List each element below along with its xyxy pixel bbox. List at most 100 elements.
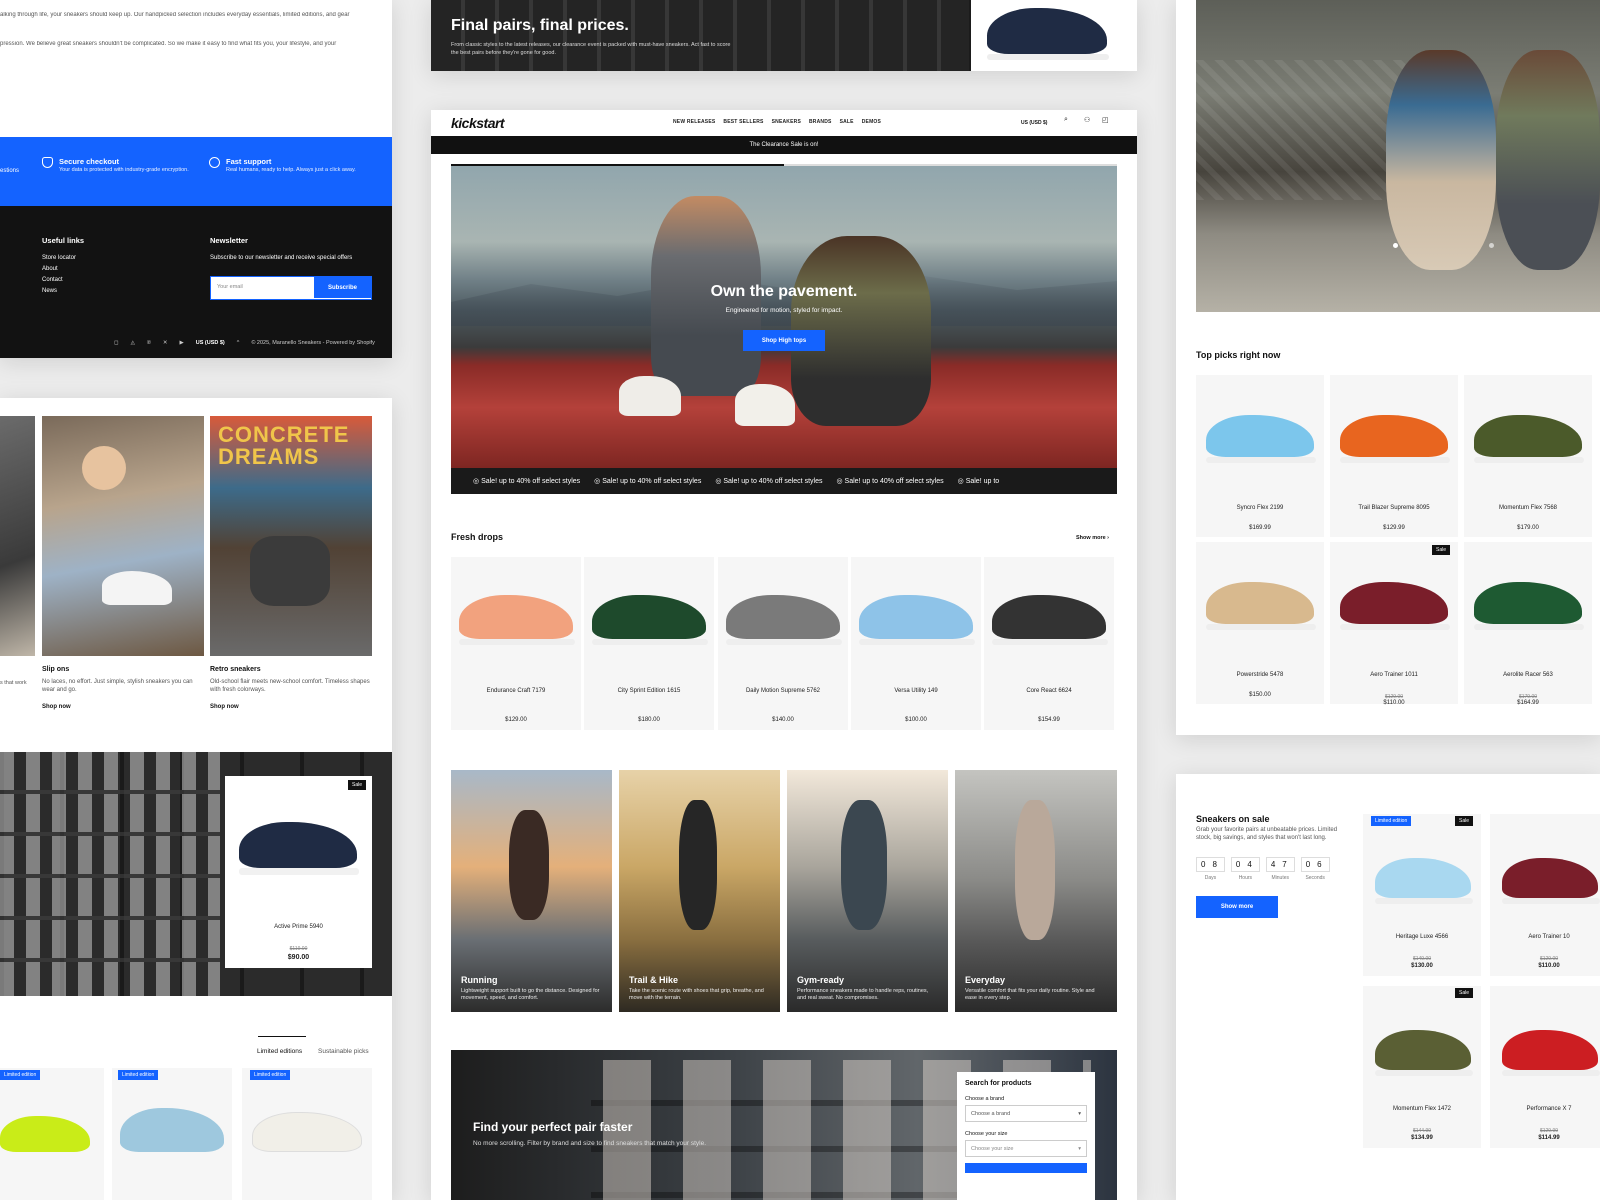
countdown-digits: 06 [1300, 857, 1330, 872]
category-image-0[interactable] [0, 416, 35, 656]
nav-demos[interactable]: DEMOS [862, 119, 881, 125]
chevron-up-icon: ^ [236, 340, 240, 346]
footer-link[interactable]: About [42, 266, 58, 272]
shoe-sole [1375, 898, 1473, 904]
product-name: Momentum Flex 7568 [1498, 505, 1558, 511]
product-card[interactable]: Heritage Luxe 4566 $149.00 $130.00 Sale Li… [1363, 814, 1481, 976]
product-card[interactable]: Limited edition [242, 1068, 372, 1200]
shoe-sole [239, 868, 359, 875]
carousel-dot[interactable] [1489, 243, 1494, 248]
nav-brands[interactable]: BRANDS [809, 119, 832, 125]
announcement-text: The Clearance Sale is on! [749, 142, 819, 148]
shelf-rows [0, 752, 220, 996]
footer: Useful links Store locator About Contact… [0, 206, 392, 358]
product-card[interactable]: Aero Trainer 10 $129.00 $110.00 [1490, 814, 1600, 976]
shop-now-link[interactable]: Shop now [42, 704, 71, 710]
marquee-item: ◎ Sale! up to 40% off select styles [594, 478, 702, 485]
email-input[interactable]: Your email [217, 284, 243, 290]
search-submit-button[interactable] [965, 1163, 1087, 1173]
footer-link[interactable]: Store locator [42, 255, 76, 261]
countdown-digits: 47 [1265, 857, 1295, 872]
subscribe-button[interactable]: Subscribe [314, 277, 371, 298]
site-logo[interactable]: kickstart [451, 115, 505, 131]
person-head [82, 446, 126, 490]
shoe-image [1206, 582, 1314, 624]
shoe-image [120, 1108, 224, 1152]
youtube-icon[interactable]: ▶ [179, 340, 183, 346]
header-currency[interactable]: US (USD $) [1021, 120, 1047, 126]
sale-show-more-button[interactable]: Show more [1196, 896, 1278, 918]
product-price: $114.99 [1538, 1135, 1560, 1141]
product-price: $129.99 [1383, 525, 1405, 531]
size-select[interactable]: Choose your size ▾ [965, 1140, 1087, 1157]
brand-select[interactable]: Choose a brand ▾ [965, 1105, 1087, 1122]
product-card[interactable]: Daily Motion Supreme 5762 $140.00 [718, 557, 848, 730]
snapchat-icon[interactable]: ◬ [131, 340, 135, 346]
footer-link[interactable]: Contact [42, 277, 63, 283]
hero-title: Own the pavement. [710, 283, 858, 300]
sale-badge: Sale [1431, 545, 1450, 555]
category-text-retro: Old-school flair meets new-school comfor… [210, 679, 370, 693]
product-card[interactable]: Limited edition [0, 1068, 104, 1200]
product-price: $90.00 [287, 954, 310, 961]
tab-limited-editions[interactable]: Limited editions [257, 1048, 302, 1055]
tile-running[interactable]: Running Lightweight support built to go t… [451, 770, 612, 1012]
white-sneaker [102, 571, 172, 605]
finder-text: No more scrolling. Filter by brand and s… [473, 1140, 707, 1147]
runner-figure [509, 810, 549, 920]
promo-product[interactable] [971, 0, 1137, 71]
product-card[interactable]: Endurance Craft 7179 $129.00 [451, 557, 581, 730]
featured-product-card[interactable]: Sale Active Prime 5940 $119.00 $90.00 [225, 776, 372, 968]
search-icon[interactable]: ⌕ [1064, 116, 1068, 124]
product-card[interactable]: Trail Blazer Supreme 8095 $129.99 [1330, 375, 1458, 537]
category-image-slip-ons[interactable] [42, 416, 204, 656]
product-card[interactable]: Versa Utility 149 $100.00 [851, 557, 981, 730]
product-card[interactable]: Syncro Flex 2199 $169.99 [1196, 375, 1324, 537]
product-card[interactable]: City Sprint Edition 1615 $180.00 [584, 557, 714, 730]
shoe-image [726, 595, 840, 639]
product-card[interactable]: Aerolite Racer 563 $179.00 $164.99 [1464, 542, 1592, 706]
person-right [1496, 50, 1600, 270]
features-band: estions Secure checkout Your data is pro… [0, 137, 392, 206]
tile-trail-hike[interactable]: Trail & Hike Take the scenic route with s… [619, 770, 780, 1012]
category-image-retro[interactable]: CONCRETE DREAMS [210, 416, 372, 656]
shoe-sole [1502, 898, 1600, 904]
instagram-icon[interactable]: ◻ [114, 340, 119, 346]
x-icon[interactable]: ✕ [163, 340, 168, 346]
product-card[interactable]: Momentum Flex 7568 $179.00 [1464, 375, 1592, 537]
nav-sale[interactable]: SALE [840, 119, 854, 125]
pinterest-icon[interactable]: ℗ [147, 340, 151, 346]
tile-everyday[interactable]: Everyday Versatile comfort that fits your… [955, 770, 1117, 1012]
product-card[interactable]: Powerstride 5478 $150.00 [1196, 542, 1324, 704]
nav-sneakers[interactable]: SNEAKERS [772, 119, 801, 125]
gym-figure [841, 800, 887, 930]
tile-gym-ready[interactable]: Gym-ready Performance sneakers made to ha… [787, 770, 948, 1012]
product-old-price: $144.99 [1412, 1128, 1432, 1134]
product-name: Syncro Flex 2199 [1236, 505, 1284, 511]
product-name: Versa Utility 149 [894, 688, 938, 694]
shop-now-link[interactable]: Shop now [210, 704, 239, 710]
countdown-label: Days [1204, 875, 1217, 881]
product-card[interactable]: Core React 6624 $154.99 [984, 557, 1114, 730]
tab-sustainable-picks[interactable]: Sustainable picks [318, 1048, 369, 1055]
product-name: Endurance Craft 7179 [486, 688, 546, 694]
product-card[interactable]: Limited edition [112, 1068, 232, 1200]
nav-best-sellers[interactable]: BEST SELLERS [723, 119, 763, 125]
nav-new-releases[interactable]: NEW RELEASES [673, 119, 715, 125]
intro-text-2: pression. We believe great sneakers shou… [0, 41, 337, 47]
main-store-panel: kickstart NEW RELEASES BEST SELLERS SNEA… [431, 110, 1137, 1200]
limited-badge: Limited edition [0, 1070, 41, 1080]
product-card[interactable]: Momentum Flex 1472 $144.99 $134.99 Sale [1363, 986, 1481, 1148]
product-card[interactable]: Performance X 7 $129.99 $114.99 [1490, 986, 1600, 1148]
hiker-figure [679, 800, 717, 930]
cart-icon[interactable]: ◰ [1102, 116, 1109, 124]
hero-cta-button[interactable]: Shop High tops [743, 330, 825, 351]
limited-badge: Limited edition [1371, 816, 1412, 826]
currency-selector[interactable]: US (USD $) [196, 340, 225, 346]
carousel-dot[interactable] [1393, 243, 1398, 248]
account-icon[interactable]: ⚇ [1084, 116, 1090, 124]
countdown-label: Hours [1238, 875, 1253, 881]
product-card[interactable]: Aero Trainer 1011 Sale $129.00 $110.00 [1330, 542, 1458, 706]
footer-link[interactable]: News [42, 288, 57, 294]
show-more-link[interactable]: Show more › [1076, 535, 1109, 541]
